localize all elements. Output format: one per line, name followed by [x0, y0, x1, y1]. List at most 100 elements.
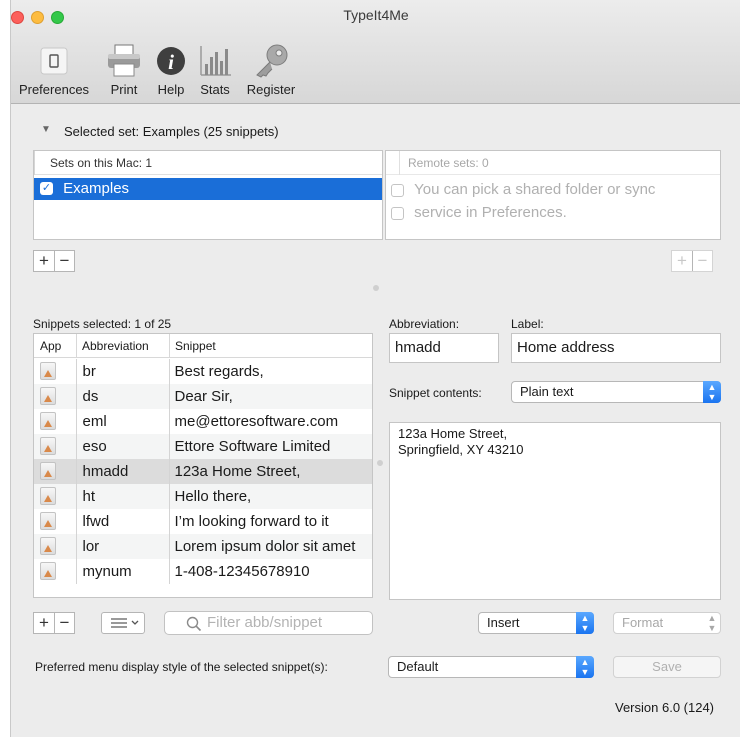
toolbar-register-button[interactable]: Register [239, 42, 303, 97]
abbreviation-cell: hmadd [76, 459, 170, 484]
add-set-button[interactable]: + [34, 251, 54, 271]
snippet-cell: me@ettoresoftware.com [174, 413, 339, 430]
table-row[interactable]: lfwd I’m looking forward to it [34, 509, 372, 534]
selected-set-value: Examples (25 snippets) [142, 124, 279, 139]
snippet-cell: Dear Sir, [169, 384, 372, 409]
selected-set-header: Selected set: Examples (25 snippets) [64, 124, 279, 139]
popup-arrows-icon: ▲ ▼ [703, 381, 721, 403]
search-icon [186, 616, 202, 632]
table-row[interactable]: lor Lorem ipsum dolor sit amet [34, 534, 372, 559]
column-header-app[interactable]: App [40, 334, 61, 358]
remote-hint-text: You can pick a shared folder or sync [414, 181, 656, 198]
remove-snippet-button[interactable]: − [54, 613, 74, 633]
snippet-cell: Hello there, [169, 484, 372, 509]
menu-style-label: Preferred menu display style of the sele… [35, 660, 328, 674]
label-label: Label: [511, 317, 544, 331]
popup-arrows-icon: ▲ ▼ [707, 613, 717, 633]
snippets-table-body: br Best regards, ds Dear Sir, eml me@ett… [34, 359, 372, 584]
insert-popup[interactable]: Insert ▲ ▼ [478, 612, 594, 634]
app-icon [40, 437, 56, 455]
horizontal-splitter-handle[interactable] [373, 285, 379, 291]
toolbar-print-button[interactable]: Print [99, 42, 149, 97]
snippets-table-header: App Abbreviation Snippet [34, 334, 372, 358]
remote-sets-hint-line1: You can pick a shared folder or sync [391, 181, 655, 198]
snippets-selected-count: Snippets selected: 1 of 25 [33, 317, 172, 331]
column-header-abbreviation[interactable]: Abbreviation [82, 334, 149, 358]
table-row[interactable]: br Best regards, [34, 359, 372, 384]
app-icon [40, 537, 56, 555]
stats-icon [200, 46, 231, 76]
remote-set-add-remove-buttons: + − [671, 250, 713, 272]
column-header-snippet[interactable]: Snippet [175, 334, 216, 358]
snippet-contents-label: Snippet contents: [389, 386, 482, 400]
label-field[interactable]: Home address [511, 333, 721, 363]
add-remote-set-button[interactable]: + [672, 251, 692, 271]
snippet-add-remove-buttons: + − [33, 612, 75, 634]
snippet-contents-editor[interactable]: 123a Home Street, Springfield, XY 43210 [389, 422, 721, 600]
set-name: Examples [63, 180, 130, 197]
local-sets-list[interactable]: Sets on this Mac: 1 ✓ Examples [33, 150, 383, 240]
toolbar-preferences-button[interactable]: Preferences [11, 42, 97, 97]
vertical-splitter-handle[interactable] [377, 460, 383, 466]
abbreviation-cell: mynum [76, 559, 170, 584]
add-snippet-button[interactable]: + [34, 613, 54, 633]
snippet-contents-line: Springfield, XY 43210 [398, 442, 524, 457]
table-row[interactable]: eml me@ettoresoftware.com [34, 409, 372, 434]
table-row-selected[interactable]: hmadd 123a Home Street, [34, 459, 372, 484]
filter-search-field[interactable]: Filter abb/snippet [164, 611, 373, 635]
snippet-contents-line: 123a Home Street, [398, 426, 508, 441]
action-menu-button[interactable] [101, 612, 145, 634]
insert-value: Insert [487, 615, 520, 630]
info-icon: i [157, 47, 185, 75]
abbreviation-field[interactable]: hmadd [389, 333, 499, 363]
app-icon [40, 462, 56, 480]
abbreviation-cell: lor [76, 534, 170, 559]
set-add-remove-buttons: + − [33, 250, 75, 272]
filter-placeholder: Filter abb/snippet [207, 614, 323, 631]
format-popup[interactable]: Format ▲ ▼ [613, 612, 721, 634]
local-sets-header: Sets on this Mac: 1 [34, 151, 382, 175]
snippets-table[interactable]: App Abbreviation Snippet br Best regards… [33, 333, 373, 598]
selected-set-label: Selected set: [64, 124, 140, 139]
remove-set-button[interactable]: − [54, 251, 74, 271]
format-value: Format [622, 615, 664, 630]
popup-arrows-icon: ▲ ▼ [576, 656, 594, 678]
abbreviation-cell: eml [76, 409, 170, 434]
table-row[interactable]: ht Hello there, [34, 484, 372, 509]
toolbar-stats-button[interactable]: Stats [193, 42, 237, 97]
save-button[interactable]: Save [613, 656, 721, 678]
snippet-cell: Best regards, [174, 363, 264, 380]
contents-type-popup[interactable]: Plain text ▲ ▼ [511, 381, 721, 403]
table-row[interactable]: mynum 1-408-12345678910 [34, 559, 372, 584]
menu-style-value: Default [397, 659, 439, 674]
app-icon [40, 412, 56, 430]
remove-remote-set-button[interactable]: − [692, 251, 712, 271]
checkbox-checked-icon[interactable]: ✓ [40, 181, 53, 195]
disclosure-triangle-icon[interactable]: ▼ [41, 124, 51, 135]
toolbar-label: Stats [200, 82, 230, 97]
title-toolbar: TypeIt4Me Preferences Print i Help Stats… [11, 0, 740, 104]
app-window: TypeIt4Me Preferences Print i Help Stats… [10, 0, 740, 737]
snippet-cell: Ettore Software Limited [169, 434, 372, 459]
table-row[interactable]: eso Ettore Software Limited [34, 434, 372, 459]
key-icon [256, 44, 288, 78]
app-icon [40, 562, 56, 580]
window-title: TypeIt4Me [343, 7, 409, 23]
printer-icon [108, 44, 140, 77]
menu-style-popup[interactable]: Default ▲ ▼ [388, 656, 594, 678]
snippet-cell: Lorem ipsum dolor sit amet [169, 534, 372, 559]
table-row[interactable]: ds Dear Sir, [34, 384, 372, 409]
toolbar-help-button[interactable]: i Help [151, 42, 191, 97]
toolbar-label: Register [246, 82, 296, 97]
toolbar-label: Preferences [18, 82, 90, 97]
remote-hint-text: service in Preferences. [414, 204, 567, 221]
version-text: Version 6.0 (124) [615, 700, 715, 715]
snippet-cell: 123a Home Street, [169, 459, 372, 484]
app-icon [40, 512, 56, 530]
local-sets-header-text: Sets on this Mac: 1 [50, 156, 153, 170]
set-row-examples[interactable]: ✓ Examples [34, 178, 382, 200]
remote-sets-hint-line2: service in Preferences. [391, 204, 567, 221]
abbreviation-cell: ht [76, 484, 170, 509]
contents-type-value: Plain text [520, 384, 574, 399]
abbreviation-cell: lfwd [76, 509, 170, 534]
